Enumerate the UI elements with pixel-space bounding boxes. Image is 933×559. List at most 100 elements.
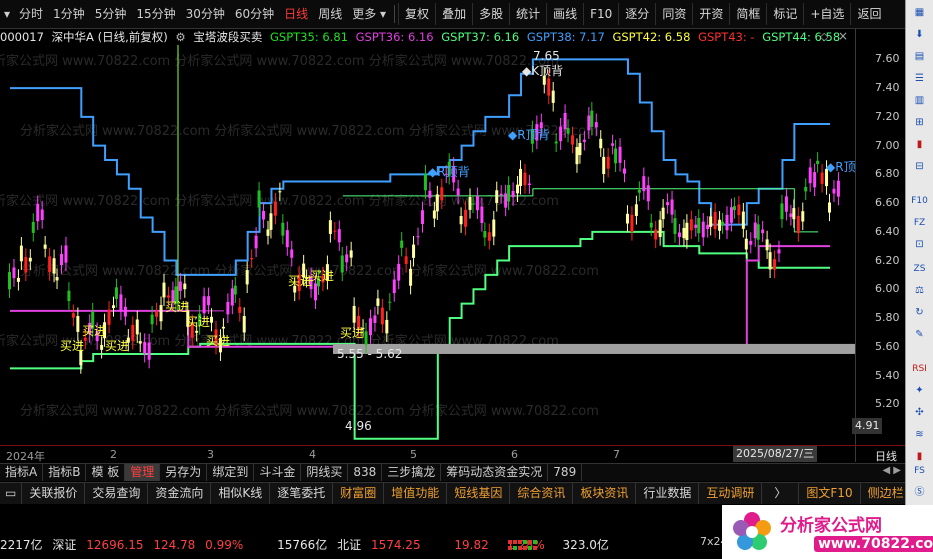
candle-body	[155, 311, 159, 317]
sidebar-tool-icon[interactable]: ✎	[909, 326, 930, 344]
period-tab-1min[interactable]: 1分钟	[48, 3, 90, 25]
period-tab-5min[interactable]: 5分钟	[90, 3, 132, 25]
period-tab-15min[interactable]: 15分钟	[131, 3, 180, 25]
same-capital-button[interactable]: 同资	[655, 3, 692, 25]
sidebar-f10-icon[interactable]: F10	[909, 192, 930, 210]
sidebar-nav-icon[interactable]: ✣	[909, 404, 930, 422]
candle-body	[725, 214, 729, 231]
bottom-menu-icon[interactable]: ▭	[0, 483, 23, 504]
candle-body	[768, 252, 772, 270]
candle-body	[713, 211, 717, 230]
f10-button[interactable]: F10	[583, 3, 618, 25]
sidebar-list-icon[interactable]: ☰	[909, 70, 930, 88]
candle-body	[388, 301, 392, 303]
bottom-btn-related-quote[interactable]: 关联报价	[22, 483, 86, 504]
open-capital-button[interactable]: 开资	[692, 3, 729, 25]
menu-button[interactable]: ▾	[0, 3, 14, 25]
settings-gear-icon[interactable]: ⚙	[175, 30, 185, 44]
candle-body	[582, 139, 586, 142]
sidebar-grid-icon[interactable]: ▦	[909, 4, 930, 22]
bottom-btn-capital-flow[interactable]: 资金流向	[148, 483, 212, 504]
sidebar-fs-icon[interactable]: FS	[909, 462, 930, 480]
candle-body	[590, 110, 594, 127]
overlay-button[interactable]: 叠加	[435, 3, 472, 25]
bottom-btn-research[interactable]: 互动调研	[699, 483, 763, 504]
status-index-name[interactable]: 深证	[52, 538, 76, 552]
add-watchlist-button[interactable]: +自选	[803, 3, 850, 25]
bottom-btn-wealth-circle[interactable]: 财富圈	[333, 483, 385, 504]
indicator-tab-save-as[interactable]: 另存为	[160, 464, 208, 481]
period-tab-30min[interactable]: 30分钟	[181, 3, 230, 25]
indicator-tab-yinxianmai[interactable]: 阴线买	[301, 464, 349, 481]
bottom-btn-f10[interactable]: 图文F10	[799, 483, 861, 504]
sidebar-cycle-icon[interactable]: ↻	[909, 304, 930, 322]
bottom-btn-news[interactable]: 综合资讯	[510, 483, 574, 504]
sidebar-zs-icon[interactable]: ZS	[909, 260, 930, 278]
indicator-tab-bind[interactable]: 绑定到	[207, 464, 255, 481]
bottom-btn-industry-data[interactable]: 行业数据	[636, 483, 700, 504]
indicator-tab-838[interactable]: 838	[348, 464, 383, 481]
kline-chart[interactable]: 分析家公式网 www.70822.com 分析家公式网 www.70822.co…	[0, 45, 855, 445]
period-tab-60min[interactable]: 60分钟	[230, 3, 279, 25]
indicator-tab-b[interactable]: 指标B	[43, 464, 87, 481]
candle-body	[12, 267, 16, 279]
draw-line-button[interactable]: 画线	[546, 3, 583, 25]
indicator-tab-manage[interactable]: 管理	[125, 464, 161, 481]
back-button[interactable]: 返回	[850, 3, 887, 25]
candle-body	[131, 324, 135, 341]
tab-scroll-arrows-icon[interactable]: ◀ ▶	[882, 465, 901, 476]
bottom-btn-sector-news[interactable]: 板块资讯	[573, 483, 637, 504]
bottom-btn-short-gene[interactable]: 短线基因	[447, 483, 511, 504]
candle-body	[519, 168, 523, 186]
period-tab-more[interactable]: 更多 ▾	[347, 3, 391, 25]
candle-body	[59, 253, 63, 266]
indicator-tab-789[interactable]: 789	[548, 464, 583, 481]
candle-body	[123, 306, 127, 317]
chart-area[interactable]: 分析家公式网 www.70822.com 分析家公式网 www.70822.co…	[0, 45, 855, 445]
bottom-btn-trade-query[interactable]: 交易查询	[85, 483, 149, 504]
multi-stock-button[interactable]: 多股	[472, 3, 509, 25]
candle-body	[238, 306, 242, 313]
bottom-btn-value-added[interactable]: 增值功能	[384, 483, 448, 504]
diamond-icon[interactable]: ◇	[820, 30, 828, 43]
close-indicator-icon[interactable]: ×	[838, 29, 848, 43]
indicator-tab-chouma[interactable]: 筹码动态资金实况	[441, 464, 549, 481]
period-tab-fenshi[interactable]: 分时	[14, 3, 48, 25]
indicator-name[interactable]: 宝塔波段买卖	[193, 30, 262, 44]
sidebar-kline-icon[interactable]: ⊟	[909, 158, 930, 176]
fuquan-button[interactable]: 复权	[398, 3, 435, 25]
sidebar-fz-icon[interactable]: FZ	[909, 214, 930, 232]
simple-frame-button[interactable]: 简框	[729, 3, 766, 25]
bottom-btn-tick-order[interactable]: 逐笔委托	[270, 483, 334, 504]
sidebar-bar-icon[interactable]: ▮	[909, 136, 930, 154]
sidebar-rsi-icon[interactable]: RSI	[909, 360, 930, 378]
sidebar-star-icon[interactable]: ✦	[909, 382, 930, 400]
stats-button[interactable]: 统计	[509, 3, 546, 25]
mark-button[interactable]: 标记	[766, 3, 803, 25]
bottom-btn-similar-kline[interactable]: 相似K线	[211, 483, 271, 504]
sidebar-chart-icon[interactable]: ⊞	[909, 114, 930, 132]
indicator-tab-a[interactable]: 指标A	[0, 464, 44, 481]
series-upper-line	[10, 58, 830, 276]
bottom-btn-sidebar[interactable]: 侧边栏	[861, 483, 911, 504]
sidebar-scale-icon[interactable]: ⚖	[909, 282, 930, 300]
period-tab-daily[interactable]: 日线	[279, 3, 313, 25]
candle-body	[404, 256, 408, 264]
period-tab-weekly[interactable]: 周线	[313, 3, 347, 25]
candle-body	[709, 216, 713, 227]
indicator-tab-sanbu[interactable]: 三步擒龙	[382, 464, 442, 481]
indicator-tab-doudoujin[interactable]: 斗斗金	[254, 464, 302, 481]
candle-body	[551, 90, 555, 103]
sidebar-s-icon[interactable]: Ⓢ	[909, 484, 930, 502]
sidebar-grid2-icon[interactable]: ▥	[909, 92, 930, 110]
sidebar-wave-icon[interactable]: ≋	[909, 426, 930, 444]
price-axis: 7.60 7.40 7.20 7.00 6.80 6.60 6.40 6.20 6.00 5.80…	[855, 29, 905, 462]
status-north-name[interactable]: 北证	[337, 538, 361, 552]
sidebar-table-icon[interactable]: ▤	[909, 48, 930, 66]
indicator-tab-template[interactable]: 模 板	[86, 464, 126, 481]
bottom-btn-next-icon[interactable]: 〉	[762, 483, 800, 504]
sidebar-arrow-icon[interactable]: ⬇	[909, 26, 930, 44]
tick-button[interactable]: 逐分	[618, 3, 655, 25]
r-top-divergence-label: ◆R顶背	[508, 128, 550, 142]
sidebar-trade-icon[interactable]: ⊡	[909, 236, 930, 254]
